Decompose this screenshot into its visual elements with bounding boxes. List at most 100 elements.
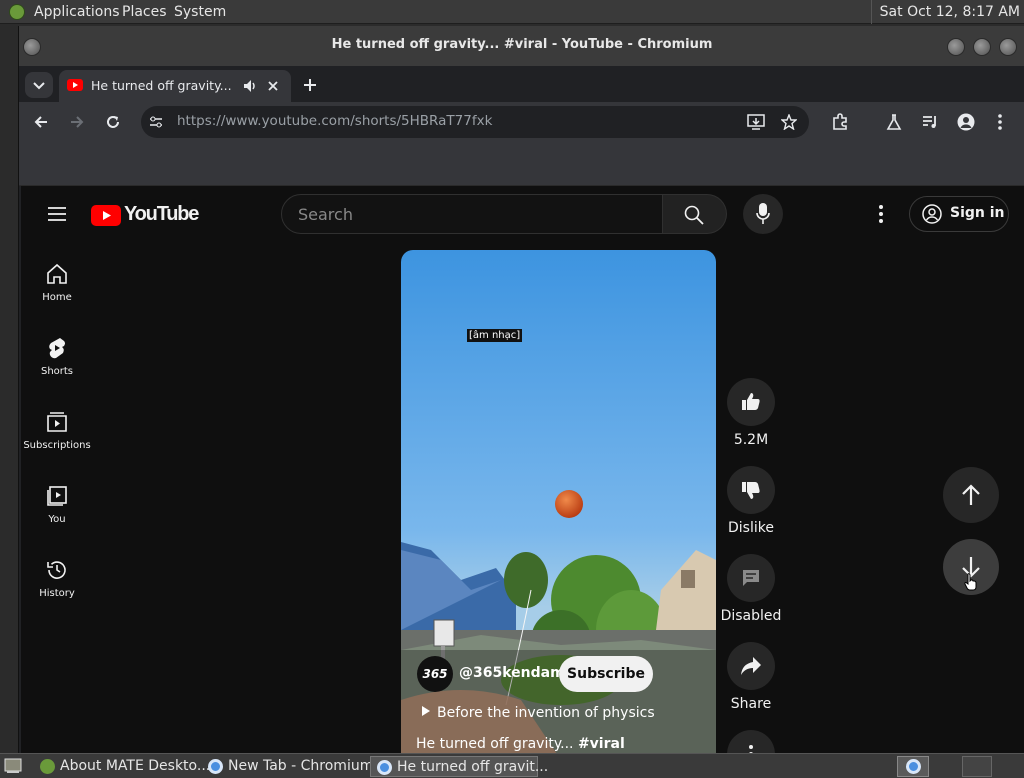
hand-cursor-icon	[964, 573, 977, 591]
close-tab-icon[interactable]	[267, 80, 279, 92]
sidebar-label-subscriptions: Subscriptions	[23, 440, 91, 451]
tab-strip: He turned off gravity... #	[19, 66, 1024, 102]
dislike-button[interactable]	[727, 466, 775, 514]
url-text: https://www.youtube.com/shorts/5HBRaT77f…	[177, 113, 492, 129]
taskbar-item-youtube[interactable]: He turned off gravit...	[370, 756, 548, 777]
window-titlebar[interactable]: He turned off gravity... #viral - YouTub…	[19, 26, 1024, 66]
youtube-logo-text: YouTube	[124, 203, 199, 225]
places-menu[interactable]: Places	[122, 4, 167, 20]
url-host: https://www.youtube.com	[177, 113, 351, 129]
back-icon[interactable]	[33, 114, 49, 130]
install-app-icon[interactable]	[747, 114, 765, 130]
taskbar-label-new-tab: New Tab - Chromium	[228, 758, 374, 774]
workspace-switcher[interactable]	[897, 756, 929, 777]
settings-kebab-icon[interactable]	[878, 204, 884, 224]
bookmark-bar	[19, 142, 1024, 186]
taskbar-label-about-mate: About MATE Deskto...	[60, 758, 211, 774]
address-bar[interactable]: https://www.youtube.com/shorts/5HBRaT77f…	[141, 106, 809, 138]
microphone-icon	[756, 203, 770, 224]
more-kebab-icon	[749, 745, 753, 753]
dislike-label: Dislike	[728, 520, 774, 536]
hashtag-link[interactable]: #viral	[578, 736, 625, 752]
hamburger-menu-icon[interactable]	[47, 206, 67, 222]
home-icon	[47, 263, 67, 284]
profile-avatar-icon[interactable]	[957, 113, 975, 131]
comments-button[interactable]	[727, 554, 775, 602]
comments-label: Disabled	[720, 608, 782, 624]
subscriptions-icon	[47, 412, 67, 432]
window-menu-icon[interactable]	[23, 38, 41, 56]
sidebar-item-history[interactable]: History	[21, 558, 93, 599]
sidebar-label-home: Home	[42, 292, 72, 303]
share-icon	[741, 657, 761, 675]
previous-short-button[interactable]	[943, 467, 999, 523]
more-actions-button[interactable]	[727, 730, 775, 753]
next-short-button[interactable]	[943, 539, 999, 595]
sidebar-label-shorts: Shorts	[40, 366, 74, 377]
share-button[interactable]	[727, 642, 775, 690]
play-music-icon	[422, 706, 430, 716]
tab-search-button[interactable]	[25, 72, 53, 98]
caption-text: [âm nhạc]	[467, 329, 523, 342]
music-track-title: Before the invention of physics	[437, 705, 655, 721]
sidebar-item-subscriptions[interactable]: Subscriptions	[21, 410, 93, 451]
browser-toolbar: https://www.youtube.com/shorts/5HBRaT77f…	[19, 102, 1024, 142]
subscribe-button[interactable]: Subscribe	[559, 656, 653, 692]
labs-flask-icon[interactable]	[885, 113, 903, 131]
tab-youtube[interactable]: He turned off gravity... #	[59, 70, 291, 102]
new-tab-icon[interactable]	[303, 78, 317, 92]
you-library-icon	[47, 486, 67, 506]
channel-avatar[interactable]: 365	[417, 656, 453, 692]
sidebar-label-you: You	[48, 514, 66, 525]
sidebar-item-home[interactable]: Home	[21, 262, 93, 303]
close-window-icon[interactable]	[999, 38, 1017, 56]
show-desktop-icon[interactable]	[4, 757, 22, 775]
workspace-2[interactable]	[962, 756, 992, 777]
taskbar-label-youtube: He turned off gravit...	[397, 759, 549, 775]
applications-menu[interactable]: Applications	[34, 4, 120, 20]
extensions-icon[interactable]	[831, 113, 849, 131]
youtube-logo-icon	[91, 205, 121, 226]
account-icon	[922, 204, 942, 224]
short-video-player[interactable]: [âm nhạc] 365 @365kendama Subscribe Befo…	[401, 250, 716, 753]
sidebar-item-shorts[interactable]: Shorts	[21, 336, 93, 377]
search-input[interactable]: Search	[281, 194, 663, 234]
taskbar-item-about-mate[interactable]: About MATE Deskto...	[34, 756, 210, 777]
shorts-icon	[49, 338, 65, 359]
search-button[interactable]	[663, 194, 727, 234]
music-track-link[interactable]: Before the invention of physics	[421, 705, 655, 721]
like-button[interactable]	[727, 378, 775, 426]
forward-icon[interactable]	[69, 114, 85, 130]
short-title-text: He turned off gravity...	[416, 736, 578, 752]
channel-handle[interactable]: @365kendama	[459, 665, 574, 681]
youtube-page: YouTube Search Sign in Home Shorts Subsc…	[21, 186, 1024, 753]
url-path: /shorts/5HBRaT77fxk	[350, 113, 493, 129]
browser-menu-kebab-icon[interactable]	[997, 113, 1003, 131]
clock[interactable]: Sat Oct 12, 8:17 AM	[870, 0, 1024, 24]
minimize-icon[interactable]	[947, 38, 965, 56]
like-count: 5.2M	[733, 432, 769, 448]
sign-in-label: Sign in	[950, 205, 1005, 221]
short-title: He turned off gravity... #viral	[416, 736, 625, 752]
chevron-down-icon	[33, 82, 45, 90]
voice-search-button[interactable]	[743, 194, 783, 234]
site-settings-icon[interactable]	[149, 115, 163, 129]
speaker-icon[interactable]	[243, 79, 257, 93]
sidebar-label-history: History	[39, 588, 75, 599]
comment-icon	[743, 570, 759, 586]
maximize-icon[interactable]	[973, 38, 991, 56]
sign-in-button[interactable]: Sign in	[909, 196, 1009, 232]
mate-logo-icon[interactable]	[9, 4, 25, 20]
youtube-favicon-icon	[67, 79, 83, 91]
bookmark-star-icon[interactable]	[781, 114, 797, 130]
share-label: Share	[730, 696, 772, 712]
media-controls-icon[interactable]	[921, 113, 939, 131]
history-icon	[47, 561, 66, 579]
taskbar-item-new-tab[interactable]: New Tab - Chromium	[202, 756, 373, 777]
sidebar-item-you[interactable]: You	[21, 484, 93, 525]
system-menu[interactable]: System	[174, 4, 226, 20]
chromium-app-icon	[208, 759, 223, 774]
reload-icon[interactable]	[105, 114, 121, 130]
window-title: He turned off gravity... #viral - YouTub…	[331, 37, 713, 52]
arrow-up-icon	[962, 484, 980, 505]
